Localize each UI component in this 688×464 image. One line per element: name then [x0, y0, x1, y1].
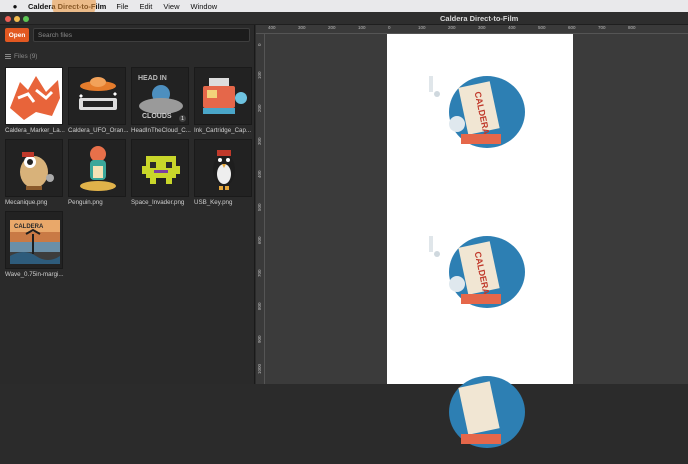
file-name: Caldera_UFO_Oran... [68, 127, 129, 134]
ruler-label: 300 [257, 137, 262, 145]
wave-graphic-icon: CALDERA [5, 211, 63, 269]
file-name: Ink_Cartridge_Cap... [194, 127, 252, 134]
file-name: Caldera_Marker_La... [5, 127, 65, 134]
usb-key-penguin-graphic-icon [194, 139, 252, 197]
file-name: Wave_0.75in-margi... [5, 271, 64, 278]
file-tile[interactable]: HEAD IN CLOUDS 1 HeadInTheCloud_C... [131, 67, 191, 134]
svg-text:HEAD IN: HEAD IN [138, 75, 167, 82]
file-badge: 1 [179, 115, 186, 122]
ruler-label: 600 [568, 25, 576, 30]
vertical-ruler: 0 100 200 300 400 500 600 700 800 900 10… [256, 34, 265, 384]
ruler-label: 100 [257, 71, 262, 79]
ruler-label: 200 [328, 25, 336, 30]
ruler-label: 700 [598, 25, 606, 30]
file-tile[interactable]: Caldera_Marker_La... [5, 67, 65, 134]
file-tile[interactable]: Mecanique.png [5, 139, 63, 206]
ruler-label: 900 [257, 335, 262, 343]
ruler-label: 1000 [257, 363, 262, 374]
ruler-label: 400 [268, 25, 276, 30]
file-name: USB_Key.png [194, 199, 233, 206]
file-toolbar: Open Search files [5, 28, 250, 42]
zoom-window-button[interactable] [23, 16, 29, 22]
marker-graphic-icon [5, 67, 63, 125]
ruler-label: 200 [257, 104, 262, 112]
files-count-label: Files (9) [14, 53, 38, 60]
menu-edit[interactable]: Edit [139, 2, 152, 11]
file-tile[interactable]: Space_Invader.png [131, 139, 189, 206]
open-button[interactable]: Open [5, 28, 29, 42]
svg-text:CALDERA: CALDERA [14, 224, 44, 230]
list-icon[interactable] [5, 54, 11, 59]
ink-cartridge-print-icon [449, 376, 525, 448]
ruler-label: 0 [257, 43, 262, 46]
svg-text:CLOUDS: CLOUDS [142, 113, 172, 120]
ruler-label: 600 [257, 236, 262, 244]
ruler-label: 0 [388, 25, 391, 30]
ruler-label: 500 [538, 25, 546, 30]
ruler-label: 300 [298, 25, 306, 30]
ruler-label: 300 [478, 25, 486, 30]
ruler-label: 100 [358, 25, 366, 30]
file-name: Space_Invader.png [131, 199, 185, 206]
menu-bar: ● Caldera Direct-to-Film File Edit View … [0, 0, 688, 12]
ink-cartridge-graphic-icon [194, 67, 252, 125]
menu-window[interactable]: Window [191, 2, 218, 11]
file-name: Penguin.png [68, 199, 103, 206]
menu-view[interactable]: View [163, 2, 179, 11]
file-tile[interactable]: Caldera_UFO_Oran... [68, 67, 129, 134]
ruler-label: 500 [257, 203, 262, 211]
ink-cartridge-print-icon: CALDERA [429, 236, 525, 308]
space-invader-graphic-icon [131, 139, 189, 197]
file-browser-panel: Open Search files Files (9) Caldera_Mark… [0, 25, 255, 384]
ruler-label: 800 [628, 25, 636, 30]
ruler-label: 100 [418, 25, 426, 30]
robot-bird-graphic-icon [5, 139, 63, 197]
head-in-clouds-graphic-icon: HEAD IN CLOUDS 1 [131, 67, 189, 125]
print-canvas[interactable]: CALDERA CALDERA [265, 34, 688, 448]
ruler-label: 200 [448, 25, 456, 30]
ink-cartridge-print-icon: CALDERA [429, 76, 525, 148]
close-window-button[interactable] [5, 16, 11, 22]
penguin-graphic-icon [68, 139, 126, 197]
ruler-label: 400 [257, 170, 262, 178]
ufo-graphic-icon [68, 67, 126, 125]
ruler-label: 800 [257, 302, 262, 310]
file-tile[interactable]: CALDERA Wave_0.75in-margi... [5, 211, 64, 278]
file-name: Mecanique.png [5, 199, 48, 206]
search-input[interactable]: Search files [33, 28, 250, 42]
film-sheet: CALDERA CALDERA [387, 34, 573, 448]
horizontal-ruler: 400 300 200 100 0 100 200 300 400 500 60… [256, 25, 688, 34]
window-title: Caldera Direct-to-Film [440, 14, 519, 23]
file-tile[interactable]: Penguin.png [68, 139, 126, 206]
file-tile[interactable]: Ink_Cartridge_Cap... [194, 67, 252, 134]
files-header: Files (9) [5, 53, 37, 60]
menu-file[interactable]: File [116, 2, 128, 11]
ruler-label: 400 [508, 25, 516, 30]
file-tile[interactable]: USB_Key.png [194, 139, 252, 206]
window-title-bar: Caldera Direct-to-Film [0, 12, 688, 25]
ruler-label: 700 [257, 269, 262, 277]
file-name: HeadInTheCloud_C... [131, 127, 191, 134]
minimize-window-button[interactable] [14, 16, 20, 22]
apple-icon[interactable]: ● [10, 2, 20, 11]
